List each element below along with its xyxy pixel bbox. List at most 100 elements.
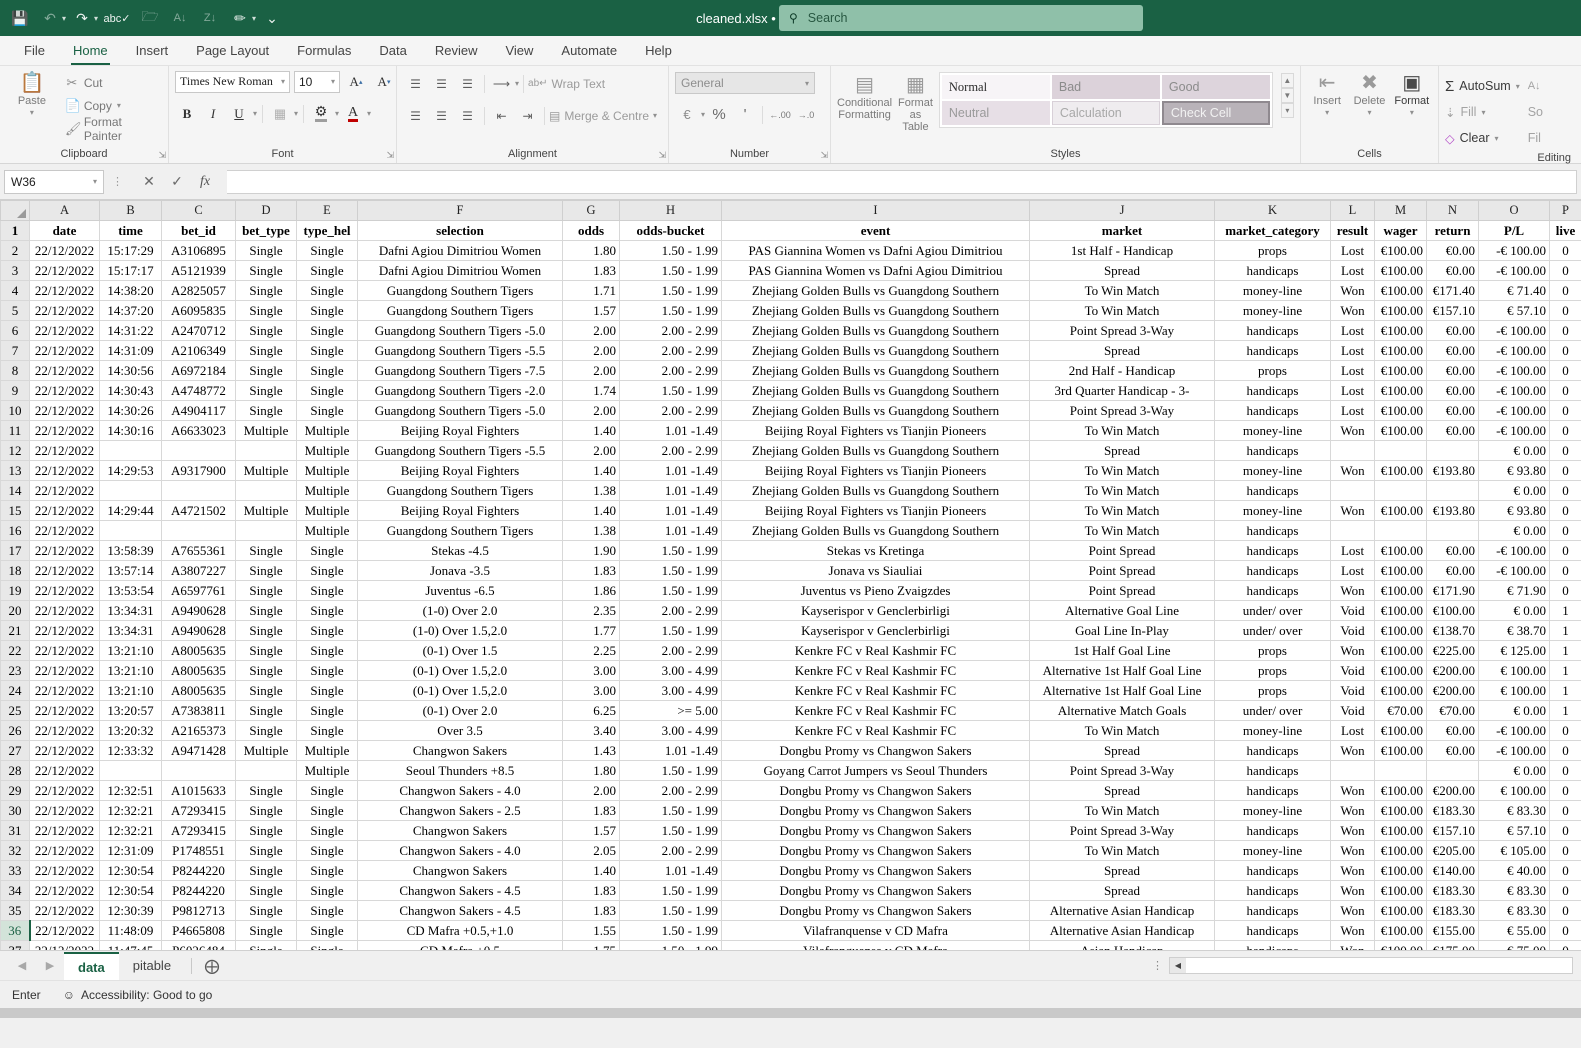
decrease-font-size-button[interactable]: A ▾ <box>372 70 396 93</box>
grid-cell[interactable]: Single <box>296 700 358 721</box>
grid-cell[interactable]: Juventus -6.5 <box>357 580 563 601</box>
column-header-D[interactable]: D <box>235 200 297 221</box>
grid-cell[interactable]: 1.01 -1.49 <box>619 860 722 881</box>
grid-cell[interactable]: 2.00 - 2.99 <box>619 640 722 661</box>
grid-cell[interactable]: €100.00 <box>1374 560 1427 581</box>
grid-cell[interactable]: Alternative 1st Half Goal Line <box>1029 660 1215 681</box>
accounting-chevron-down-icon[interactable]: ▾ <box>701 110 705 119</box>
grid-cell[interactable]: € 57.10 <box>1478 820 1550 841</box>
grid-cell[interactable]: €0.00 <box>1426 720 1479 741</box>
grid-cell[interactable]: 1.50 - 1.99 <box>619 380 722 401</box>
fill-color-button[interactable]: ⚙ <box>309 102 333 125</box>
borders-dropdown-icon[interactable]: ▾ <box>294 109 298 118</box>
grid-cell[interactable]: €70.00 <box>1374 700 1427 721</box>
grid-cell[interactable]: 13:34:31 <box>99 600 162 621</box>
grid-cell[interactable]: Kenkre FC v Real Kashmir FC <box>721 720 1030 741</box>
row-header[interactable]: 36 <box>0 920 31 941</box>
grid-cell[interactable]: (1-0) Over 2.0 <box>357 600 563 621</box>
grid-cell[interactable]: €100.00 <box>1374 380 1427 401</box>
grid-cell[interactable]: 14:37:20 <box>99 300 162 321</box>
column-title-cell[interactable]: wager <box>1374 220 1427 241</box>
table-row[interactable]: 16 22/12/2022 Multiple Guangdong Southern T… <box>0 520 1581 541</box>
grid-cell[interactable]: €0.00 <box>1426 420 1479 441</box>
redo-dropdown-icon[interactable]: ▾ <box>94 14 98 23</box>
grid-cell[interactable]: 1.77 <box>562 620 620 641</box>
grid-cell[interactable]: 3rd Quarter Handicap - 3- <box>1029 380 1215 401</box>
grid-cell[interactable]: 0 <box>1549 260 1581 281</box>
underline-dropdown-icon[interactable]: ▾ <box>253 109 257 118</box>
grid-cell[interactable]: Changwon Sakers - 4.5 <box>357 900 563 921</box>
grid-cell[interactable]: 1st Half - Handicap <box>1029 240 1215 261</box>
grid-cell[interactable]: A2106349 <box>161 340 236 361</box>
grid-cell[interactable]: 0 <box>1549 900 1581 921</box>
grid-cell[interactable]: handicaps <box>1214 440 1331 461</box>
grid-cell[interactable]: Single <box>296 340 358 361</box>
copy-dropdown-icon[interactable]: ▾ <box>117 101 121 110</box>
grid-cell[interactable]: 2.00 - 2.99 <box>619 780 722 801</box>
grid-cell[interactable]: € 71.90 <box>1478 580 1550 601</box>
grid-cell[interactable]: Single <box>296 240 358 261</box>
grid-cell[interactable]: 0 <box>1549 280 1581 301</box>
grid-cell[interactable]: 2.00 - 2.99 <box>619 440 722 461</box>
grid-cell[interactable]: A4721502 <box>161 500 236 521</box>
grid-cell[interactable]: € 83.30 <box>1478 900 1550 921</box>
table-row[interactable]: 32 22/12/2022 12:31:09 P1748551 Single Single… <box>0 840 1581 861</box>
grid-cell[interactable]: 0 <box>1549 520 1581 541</box>
format-as-table-button[interactable]: ▦ Format as Table <box>898 72 933 133</box>
align-right-button[interactable]: ☰ <box>455 104 480 127</box>
grid-cell[interactable]: €0.00 <box>1426 340 1479 361</box>
grid-cell[interactable]: 1.86 <box>562 580 620 601</box>
grid-cell[interactable]: Point Spread <box>1029 580 1215 601</box>
grid-cell[interactable]: To Win Match <box>1029 500 1215 521</box>
grid-cell[interactable]: handicaps <box>1214 380 1331 401</box>
grid-cell[interactable] <box>161 520 236 541</box>
grid-cell[interactable]: Jonava vs Siauliai <box>721 560 1030 581</box>
grid-cell[interactable]: To Win Match <box>1029 300 1215 321</box>
grid-cell[interactable]: (0-1) Over 1.5,2.0 <box>357 660 563 681</box>
ribbon-tab-help[interactable]: Help <box>631 37 686 65</box>
grid-cell[interactable]: A7383811 <box>161 700 236 721</box>
grid-cell[interactable]: Lost <box>1330 540 1375 561</box>
grid-cell[interactable]: Jonava -3.5 <box>357 560 563 581</box>
grid-cell[interactable]: € 93.80 <box>1478 460 1550 481</box>
grid-cell[interactable]: 1.40 <box>562 500 620 521</box>
grid-cell[interactable]: €225.00 <box>1426 640 1479 661</box>
grid-cell[interactable]: Goal Line In-Play <box>1029 620 1215 641</box>
grid-cell[interactable]: Beijing Royal Fighters vs Tianjin Pionee… <box>721 460 1030 481</box>
grid-cell[interactable]: 3.00 - 4.99 <box>619 680 722 701</box>
row-header[interactable]: 14 <box>0 480 30 501</box>
grid-cell[interactable]: Changwon Sakers - 4.0 <box>357 840 563 861</box>
grid-cell[interactable]: Single <box>296 660 358 681</box>
row-header[interactable]: 30 <box>0 800 30 821</box>
column-title-cell[interactable]: P/L <box>1478 220 1550 241</box>
grid-cell[interactable]: 1.50 - 1.99 <box>619 940 722 950</box>
grid-cell[interactable]: € 38.70 <box>1478 620 1550 641</box>
row-header[interactable]: 9 <box>0 380 30 401</box>
grid-cell[interactable]: Point Spread 3-Way <box>1029 320 1215 341</box>
grid-cell[interactable]: handicaps <box>1214 920 1331 941</box>
cell-style-good[interactable]: Good <box>1161 75 1270 99</box>
formula-input[interactable] <box>227 169 1577 194</box>
grid-cell[interactable]: Guangdong Southern Tigers -5.5 <box>357 340 563 361</box>
grid-cell[interactable]: P6026484 <box>161 940 236 950</box>
grid-cell[interactable]: €0.00 <box>1426 380 1479 401</box>
column-header-H[interactable]: H <box>619 200 722 221</box>
grid-cell[interactable]: Kayserispor v Genclerbirligi <box>721 620 1030 641</box>
row-header[interactable]: 4 <box>0 280 30 301</box>
clear-chevron-down-icon[interactable]: ▾ <box>1495 134 1499 143</box>
grid-cell[interactable]: Single <box>235 720 297 741</box>
row-header[interactable]: 3 <box>0 260 30 281</box>
grid-cell[interactable]: 1.83 <box>562 560 620 581</box>
insert-chevron-down-icon[interactable]: ▾ <box>1325 108 1329 117</box>
grid-cell[interactable]: 22/12/2022 <box>29 620 100 641</box>
fill-button[interactable]: ⇣ Fill ▾ <box>1445 100 1520 124</box>
ribbon-tab-page-layout[interactable]: Page Layout <box>182 37 283 65</box>
grid-cell[interactable] <box>1374 440 1427 461</box>
orientation-icon[interactable]: ⟶ <box>489 72 514 95</box>
sort-za-icon[interactable]: Z↓ <box>196 5 224 31</box>
grid-cell[interactable]: 12:32:21 <box>99 820 162 841</box>
grid-cell[interactable]: Point Spread 3-Way <box>1029 760 1215 781</box>
grid-cell[interactable]: props <box>1214 360 1331 381</box>
cell-style-normal[interactable]: Normal <box>941 75 1050 99</box>
grid-cell[interactable]: € 83.30 <box>1478 880 1550 901</box>
